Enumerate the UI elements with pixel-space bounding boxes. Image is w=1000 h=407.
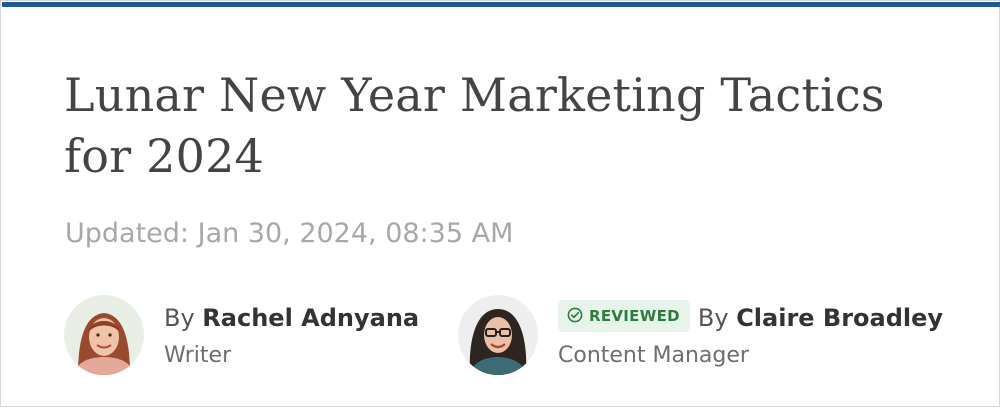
author-byline: By Rachel Adnyana bbox=[164, 300, 419, 336]
avatar[interactable] bbox=[64, 295, 144, 375]
reviewed-badge-label: REVIEWED bbox=[589, 307, 680, 325]
reviewer-name-link[interactable]: Claire Broadley bbox=[736, 304, 943, 332]
updated-date: Updated: Jan 30, 2024, 08:35 AM bbox=[65, 218, 514, 249]
reviewed-badge: REVIEWED bbox=[558, 300, 690, 332]
article-title: Lunar New Year Marketing Tactics for 202… bbox=[64, 68, 885, 183]
author-name-link[interactable]: Rachel Adnyana bbox=[202, 304, 419, 332]
check-circle-icon bbox=[567, 307, 583, 322]
article-header-card: Lunar New Year Marketing Tactics for 202… bbox=[0, 0, 1000, 407]
author-role: Writer bbox=[164, 343, 232, 368]
reviewer-byline: REVIEWED By Claire Broadley bbox=[558, 300, 943, 336]
reviewer-role: Content Manager bbox=[558, 343, 749, 368]
by-label: By bbox=[697, 304, 737, 332]
accent-top-bar bbox=[2, 2, 1000, 7]
avatar[interactable] bbox=[458, 295, 538, 375]
by-label: By bbox=[164, 304, 203, 332]
